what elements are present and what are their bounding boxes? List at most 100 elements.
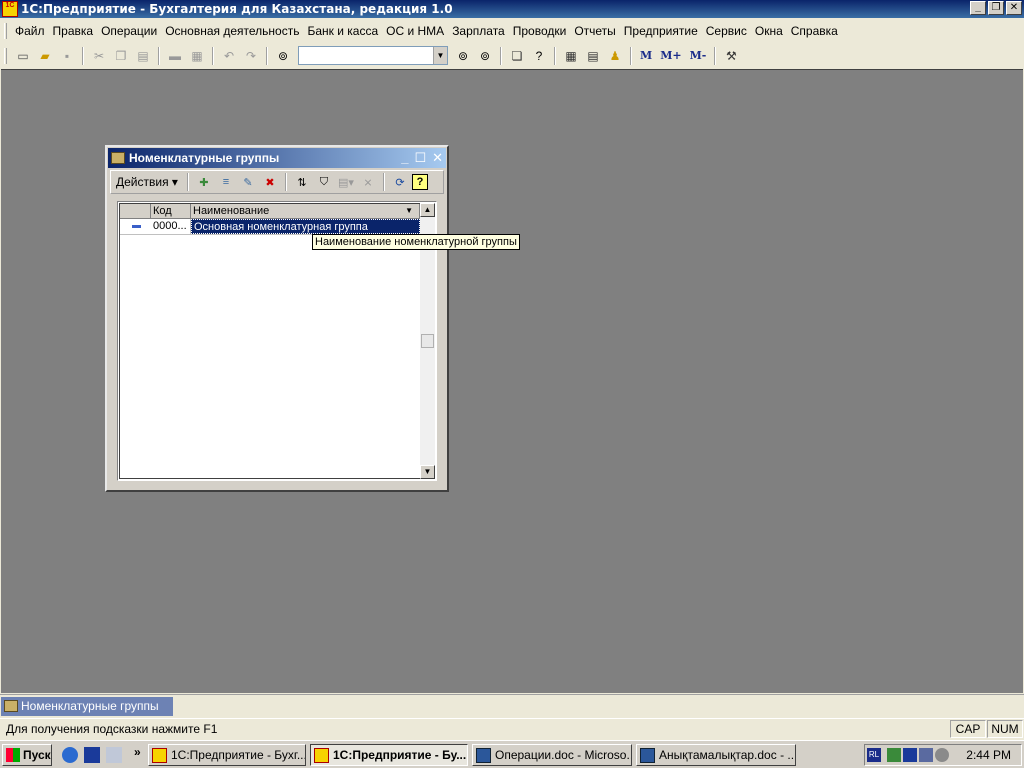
1c-app-icon: [314, 748, 329, 763]
help-context-icon[interactable]: ?: [529, 46, 549, 66]
delete-item-icon[interactable]: ✖: [260, 173, 280, 191]
start-button[interactable]: Пуск: [2, 744, 52, 766]
menu-entries[interactable]: Проводки: [509, 21, 571, 41]
child-maximize-button[interactable]: ☐: [414, 150, 426, 166]
task-word-operations[interactable]: Операции.doc - Microso...: [472, 744, 632, 766]
task-1c-accounting-1[interactable]: 1С:Предприятие - Бухг...: [148, 744, 306, 766]
search-combobox[interactable]: ▼: [298, 46, 448, 65]
table-row[interactable]: 0000... Основная номенклатурная группа: [120, 219, 420, 235]
menu-grip[interactable]: [4, 23, 7, 39]
cut-icon[interactable]: ✂: [89, 46, 109, 66]
nomenclature-groups-window[interactable]: Номенклатурные группы _ ☐ ✕ Действия ▾ ✚…: [105, 145, 449, 492]
user-icon[interactable]: ♟: [605, 46, 625, 66]
new-document-icon[interactable]: ▭: [13, 46, 33, 66]
calculator-icon[interactable]: ▦: [561, 46, 581, 66]
tray-volume-icon[interactable]: [935, 748, 949, 762]
menu-bank-cash[interactable]: Банк и касса: [303, 21, 382, 41]
restore-button[interactable]: ❐: [988, 1, 1004, 15]
menu-windows[interactable]: Окна: [751, 21, 787, 41]
row-code[interactable]: 0000...: [151, 219, 191, 234]
menu-reports[interactable]: Отчеты: [570, 21, 619, 41]
header-icon-column[interactable]: [120, 204, 151, 218]
copy-icon[interactable]: ❐: [111, 46, 131, 66]
scroll-up-icon[interactable]: ▲: [420, 203, 435, 217]
child-minimize-button[interactable]: _: [401, 150, 408, 166]
menu-operations[interactable]: Операции: [97, 21, 161, 41]
language-indicator[interactable]: RL: [867, 748, 881, 762]
toolbar-separator: [186, 173, 189, 191]
tools-icon[interactable]: ⚒: [721, 46, 741, 66]
filter-icon[interactable]: ⛉: [314, 173, 334, 191]
redo-icon[interactable]: ↷: [241, 46, 261, 66]
child-close-button[interactable]: ✕: [432, 150, 443, 166]
task-1c-accounting-2[interactable]: 1С:Предприятие - Бу...: [310, 744, 468, 766]
main-titlebar[interactable]: 1C 1С:Предприятие - Бухгалтерия для Каза…: [0, 0, 1024, 18]
child-window-titlebar[interactable]: Номенклатурные группы _ ☐ ✕: [108, 148, 446, 168]
combobox-arrow-icon[interactable]: ▼: [433, 47, 447, 64]
toolbar-grip[interactable]: [4, 47, 7, 64]
windows-flag-icon: [6, 748, 20, 762]
task-word-catalogs[interactable]: Анықтамалықтар.doc - ...: [636, 744, 796, 766]
sort-icon[interactable]: ⇅: [292, 173, 312, 191]
help-button[interactable]: ?: [411, 174, 428, 190]
windows-icon[interactable]: ❏: [507, 46, 527, 66]
catalog-icon: [111, 152, 125, 164]
toolbar-separator: [500, 46, 502, 65]
menu-fixed-assets[interactable]: ОС и НМА: [382, 21, 448, 41]
menu-salary[interactable]: Зарплата: [448, 21, 509, 41]
print-preview-icon[interactable]: ▦: [187, 46, 207, 66]
minimize-button[interactable]: _: [970, 1, 986, 15]
menu-enterprise[interactable]: Предприятие: [620, 21, 702, 41]
word-document-icon: [476, 748, 491, 763]
tray-network-icon[interactable]: [887, 748, 901, 762]
add-item-icon[interactable]: ✚: [194, 173, 214, 191]
element-marker-icon: [120, 219, 151, 234]
find-next-icon[interactable]: ⊚: [453, 46, 473, 66]
paste-icon[interactable]: ▤: [133, 46, 153, 66]
filter-list-icon[interactable]: ▤▾: [336, 173, 356, 191]
quick-launch-document-icon[interactable]: [106, 747, 122, 763]
memory-minus-button[interactable]: M-: [687, 49, 710, 62]
status-bar: Для получения подсказки нажмите F1 CAP N…: [0, 718, 1024, 738]
calendar-icon[interactable]: ▤: [583, 46, 603, 66]
task-label: 1С:Предприятие - Бухг...: [171, 748, 306, 762]
find-previous-icon[interactable]: ⊚: [475, 46, 495, 66]
menu-service[interactable]: Сервис: [702, 21, 751, 41]
menu-edit[interactable]: Правка: [49, 21, 98, 41]
tray-app-icon[interactable]: [903, 748, 917, 762]
window-tab-label: Номенклатурные группы: [21, 699, 159, 713]
copy-item-icon[interactable]: ≡: [216, 173, 236, 191]
row-name[interactable]: Основная номенклатурная группа: [191, 219, 420, 234]
quick-launch-app-icon[interactable]: [84, 747, 100, 763]
column-tooltip: Наименование номенклатурной группы: [312, 234, 520, 250]
toolbar-separator: [554, 46, 556, 65]
print-icon[interactable]: ▬: [165, 46, 185, 66]
menu-help[interactable]: Справка: [787, 21, 842, 41]
window-panel: Номенклатурные группы: [0, 694, 1024, 717]
clock[interactable]: 2:44 PM: [966, 748, 1011, 762]
header-name[interactable]: Наименование ▼: [191, 204, 420, 218]
internet-explorer-icon[interactable]: [62, 747, 78, 763]
menu-file[interactable]: Файл: [11, 21, 49, 41]
close-button[interactable]: ✕: [1006, 1, 1022, 15]
quick-launch-more[interactable]: »: [134, 745, 141, 759]
save-icon[interactable]: ▪: [57, 46, 77, 66]
refresh-icon[interactable]: ⟳: [390, 173, 410, 191]
memory-plus-button[interactable]: M+: [657, 49, 684, 62]
tray-display-icon[interactable]: [919, 748, 933, 762]
1c-app-icon: [152, 748, 167, 763]
clear-filter-icon[interactable]: ⨯: [358, 173, 378, 191]
edit-item-icon[interactable]: ✎: [238, 173, 258, 191]
undo-icon[interactable]: ↶: [219, 46, 239, 66]
menu-main-activity[interactable]: Основная деятельность: [161, 21, 303, 41]
scroll-down-icon[interactable]: ▼: [420, 465, 435, 479]
window-tab-nomenclature[interactable]: Номенклатурные группы: [1, 697, 173, 716]
toolbar-separator: [284, 173, 287, 191]
window-title: 1С:Предприятие - Бухгалтерия для Казахст…: [21, 2, 453, 16]
memory-button[interactable]: M: [637, 49, 655, 62]
header-code[interactable]: Код: [151, 204, 191, 218]
scroll-thumb[interactable]: [421, 334, 434, 348]
actions-menu-button[interactable]: Действия ▾: [114, 175, 182, 189]
open-folder-icon[interactable]: ▰: [35, 46, 55, 66]
find-binoculars-icon[interactable]: ⊚: [273, 46, 293, 66]
